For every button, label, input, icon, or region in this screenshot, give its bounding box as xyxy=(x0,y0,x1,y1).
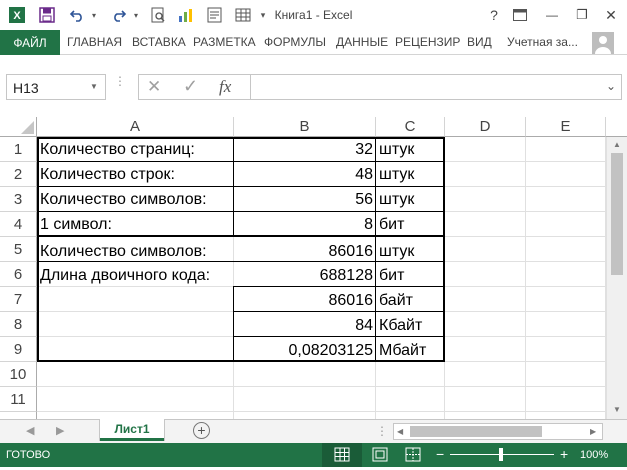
cell-a4[interactable]: 1 символ: xyxy=(37,212,234,237)
add-sheet-button[interactable]: + xyxy=(193,422,210,439)
tab-home[interactable]: ГЛАВНАЯ xyxy=(67,35,122,49)
title-bar: X ▾ ▾ ▾ Книга1 - Excel ? — ❐ ✕ xyxy=(0,0,627,30)
formula-buttons: ✕ ✓ fx xyxy=(138,74,250,100)
close-button[interactable]: ✕ xyxy=(601,5,621,25)
zoom-slider-thumb[interactable] xyxy=(499,448,503,461)
row-header-2[interactable]: 2 xyxy=(0,162,37,187)
cell-c2[interactable]: штук xyxy=(376,162,445,187)
normal-view-button[interactable] xyxy=(322,443,362,467)
account-name[interactable]: Учетная за... xyxy=(507,35,578,49)
enter-icon[interactable]: ✓ xyxy=(183,76,198,97)
row-header-12[interactable] xyxy=(0,412,37,419)
cell-c9[interactable]: Мбайт xyxy=(376,338,445,363)
zoom-level[interactable]: 100% xyxy=(580,449,608,461)
column-header-a[interactable]: A xyxy=(37,117,234,137)
horizontal-scrollbar[interactable]: ◀ ▶ xyxy=(393,423,603,440)
prev-sheet-icon[interactable]: ◀ xyxy=(26,424,34,437)
zoom-in-button[interactable]: + xyxy=(560,446,568,462)
column-header-e[interactable]: E xyxy=(526,117,606,137)
sheet-tab-list1[interactable]: Лист1 xyxy=(100,419,164,441)
next-sheet-icon[interactable]: ▶ xyxy=(56,424,64,437)
minimize-button[interactable]: — xyxy=(542,5,562,25)
avatar[interactable] xyxy=(592,32,614,54)
tab-review[interactable]: РЕЦЕНЗИР xyxy=(395,35,460,49)
formula-input[interactable] xyxy=(250,74,622,100)
cancel-icon[interactable]: ✕ xyxy=(147,77,161,97)
insert-function-icon[interactable]: fx xyxy=(219,77,231,97)
row-header-7[interactable]: 7 xyxy=(0,287,37,312)
scroll-down-icon[interactable]: ▼ xyxy=(613,405,621,414)
tab-insert[interactable]: ВСТАВКА xyxy=(132,35,186,49)
cell-a1[interactable]: Количество страниц: xyxy=(37,137,234,162)
column-header-b[interactable]: B xyxy=(234,117,376,137)
window-title: Книга1 - Excel xyxy=(274,8,353,22)
cell-c8[interactable]: Кбайт xyxy=(376,313,445,338)
cell-b6[interactable]: 688128 xyxy=(234,263,376,288)
tab-data[interactable]: ДАННЫЕ xyxy=(336,35,388,49)
page-layout-view-button[interactable] xyxy=(365,443,395,467)
row-header-4[interactable]: 4 xyxy=(0,212,37,237)
cell-c1[interactable]: штук xyxy=(376,137,445,162)
expand-formula-bar-icon[interactable]: ⌄ xyxy=(606,79,616,93)
row-header-5[interactable]: 5 xyxy=(0,237,37,262)
ribbon-tabs: ФАЙЛ ГЛАВНАЯ ВСТАВКА РАЗМЕТКА ФОРМУЛЫ ДА… xyxy=(0,30,627,55)
help-button[interactable]: ? xyxy=(484,5,504,25)
vertical-scrollbar[interactable]: ▲ ▼ xyxy=(606,137,627,419)
cell-c4[interactable]: бит xyxy=(376,212,445,237)
sheet-tabs-bar: ◀ ▶ Лист1 + ⋮ ◀ ▶ xyxy=(0,419,627,444)
cell-c5[interactable]: штук xyxy=(376,237,445,264)
cell-a3[interactable]: Количество символов: xyxy=(37,187,234,212)
page-break-view-button[interactable] xyxy=(398,443,428,467)
cell-b9[interactable]: 0,08203125 xyxy=(234,338,376,363)
column-header-filler xyxy=(606,117,627,137)
cell-b3[interactable]: 56 xyxy=(234,187,376,212)
tab-split-handle-icon[interactable]: ⋮ xyxy=(376,424,388,438)
tab-file[interactable]: ФАЙЛ xyxy=(0,30,60,55)
formula-bar: H13 ▼ ⋮ ✕ ✓ fx ⌄ xyxy=(0,55,627,117)
cell-b7[interactable]: 86016 xyxy=(234,288,376,313)
worksheet-grid[interactable]: A B C D E 1 2 3 4 5 6 7 8 9 10 11 Количе… xyxy=(0,117,627,419)
cell-c3[interactable]: штук xyxy=(376,187,445,212)
vertical-scroll-thumb[interactable] xyxy=(611,153,623,275)
scroll-up-icon[interactable]: ▲ xyxy=(613,140,621,149)
row-header-9[interactable]: 9 xyxy=(0,337,37,362)
cell-b8[interactable]: 84 xyxy=(234,313,376,338)
row-header-11[interactable]: 11 xyxy=(0,387,37,412)
row-header-1[interactable]: 1 xyxy=(0,137,37,162)
cell-b2[interactable]: 48 xyxy=(234,162,376,187)
column-header-c[interactable]: C xyxy=(376,117,445,137)
column-header-d[interactable]: D xyxy=(445,117,526,137)
status-ready: ГОТОВО xyxy=(6,449,51,461)
row-header-3[interactable]: 3 xyxy=(0,187,37,212)
select-all-corner[interactable] xyxy=(0,117,37,137)
status-bar: ГОТОВО − + 100% xyxy=(0,443,627,467)
cell-a5[interactable]: Количество символов: xyxy=(37,237,234,264)
scroll-left-icon[interactable]: ◀ xyxy=(397,427,403,436)
zoom-out-button[interactable]: − xyxy=(436,446,444,462)
cell-c7[interactable]: байт xyxy=(376,288,445,313)
cell-c6[interactable]: бит xyxy=(376,263,445,288)
tab-formulas[interactable]: ФОРМУЛЫ xyxy=(264,35,326,49)
cell-a6[interactable]: Длина двоичного кода: xyxy=(37,263,234,288)
row-header-8[interactable]: 8 xyxy=(0,312,37,337)
cell-b1[interactable]: 32 xyxy=(234,137,376,162)
tab-page-layout[interactable]: РАЗМЕТКА xyxy=(193,35,256,49)
restore-button[interactable]: ❐ xyxy=(572,5,592,25)
cell-b4[interactable]: 8 xyxy=(234,212,376,237)
name-box-dropdown-icon[interactable]: ▼ xyxy=(90,82,98,91)
ribbon-display-options-icon[interactable] xyxy=(510,5,530,25)
tab-view[interactable]: ВИД xyxy=(467,35,492,49)
formula-bar-grip-icon[interactable]: ⋮ xyxy=(114,75,126,96)
horizontal-scroll-thumb[interactable] xyxy=(410,426,542,437)
cell-a2[interactable]: Количество строк: xyxy=(37,162,234,187)
scroll-right-icon[interactable]: ▶ xyxy=(590,427,596,436)
row-header-6[interactable]: 6 xyxy=(0,262,37,287)
row-header-10[interactable]: 10 xyxy=(0,362,37,387)
cell-b5[interactable]: 86016 xyxy=(234,237,376,264)
